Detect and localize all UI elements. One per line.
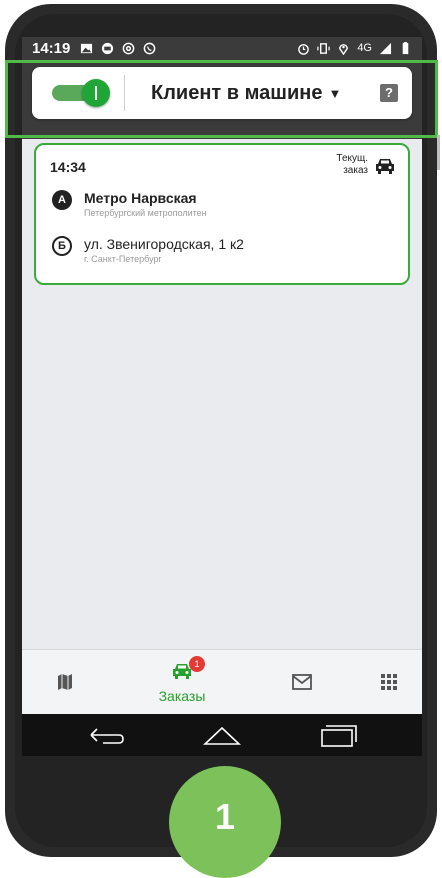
side-scroll-indicator (437, 135, 440, 170)
current-order-card[interactable]: 14:34 Текущ. заказ А Метро Нарвская Пете… (34, 143, 410, 285)
location-icon (339, 43, 349, 55)
status-time: 14:19 (32, 39, 71, 57)
status-bar: 14:19 4G (22, 37, 422, 59)
pickup-stop: А Метро Нарвская Петербургский метрополи… (52, 190, 207, 218)
marker-b: Б (52, 236, 72, 256)
back-icon[interactable] (87, 722, 127, 748)
pickup-subtitle: Петербургский метрополитен (84, 208, 207, 218)
dropoff-stop: Б ул. Звенигородская, 1 к2 г. Санкт-Пете… (52, 236, 244, 264)
order-tag-line2: заказ (343, 165, 368, 176)
order-tag-line1: Текущ. (336, 153, 368, 164)
nav-orders[interactable]: 1 Заказы (147, 650, 217, 714)
signal-icon (379, 42, 392, 54)
dropoff-title: ул. Звенигородская, 1 к2 (84, 236, 244, 252)
system-status-icons: 4G (297, 41, 412, 55)
network-type: 4G (357, 42, 372, 54)
dropoff-subtitle: г. Санкт-Петербург (84, 254, 162, 264)
status-header-highlight (5, 60, 438, 138)
apps-grid-icon (381, 674, 397, 690)
app-screen: 14:19 4G Клиент в машине ▼ ? 14:34 Текущ… (22, 37, 422, 714)
nav-messages[interactable] (277, 650, 327, 714)
pickup-title: Метро Нарвская (84, 190, 197, 206)
order-time: 14:34 (50, 159, 86, 175)
vibrate-icon (317, 42, 330, 54)
map-icon (58, 674, 72, 690)
whatsapp-icon (144, 42, 156, 54)
marker-a: А (52, 190, 72, 210)
recent-apps-icon[interactable] (318, 722, 358, 748)
image-icon (81, 43, 93, 53)
nav-menu[interactable] (364, 650, 414, 714)
taxi-icon (102, 42, 114, 54)
alarm-icon (298, 43, 310, 55)
battery-icon (402, 41, 409, 54)
home-icon[interactable] (202, 722, 242, 748)
order-tag: Текущ. заказ (336, 153, 368, 177)
step-number: 1 (214, 796, 236, 837)
notification-icons (80, 42, 156, 55)
system-nav-bar (22, 714, 422, 756)
mail-icon (292, 674, 312, 690)
bottom-nav: 1 Заказы (22, 649, 422, 714)
at-icon (123, 42, 135, 54)
nav-map[interactable] (40, 650, 90, 714)
taxi-icon (376, 159, 394, 174)
nav-orders-label: Заказы (158, 688, 206, 704)
step-number-badge: 1 (169, 766, 281, 878)
orders-count-badge: 1 (189, 656, 205, 672)
